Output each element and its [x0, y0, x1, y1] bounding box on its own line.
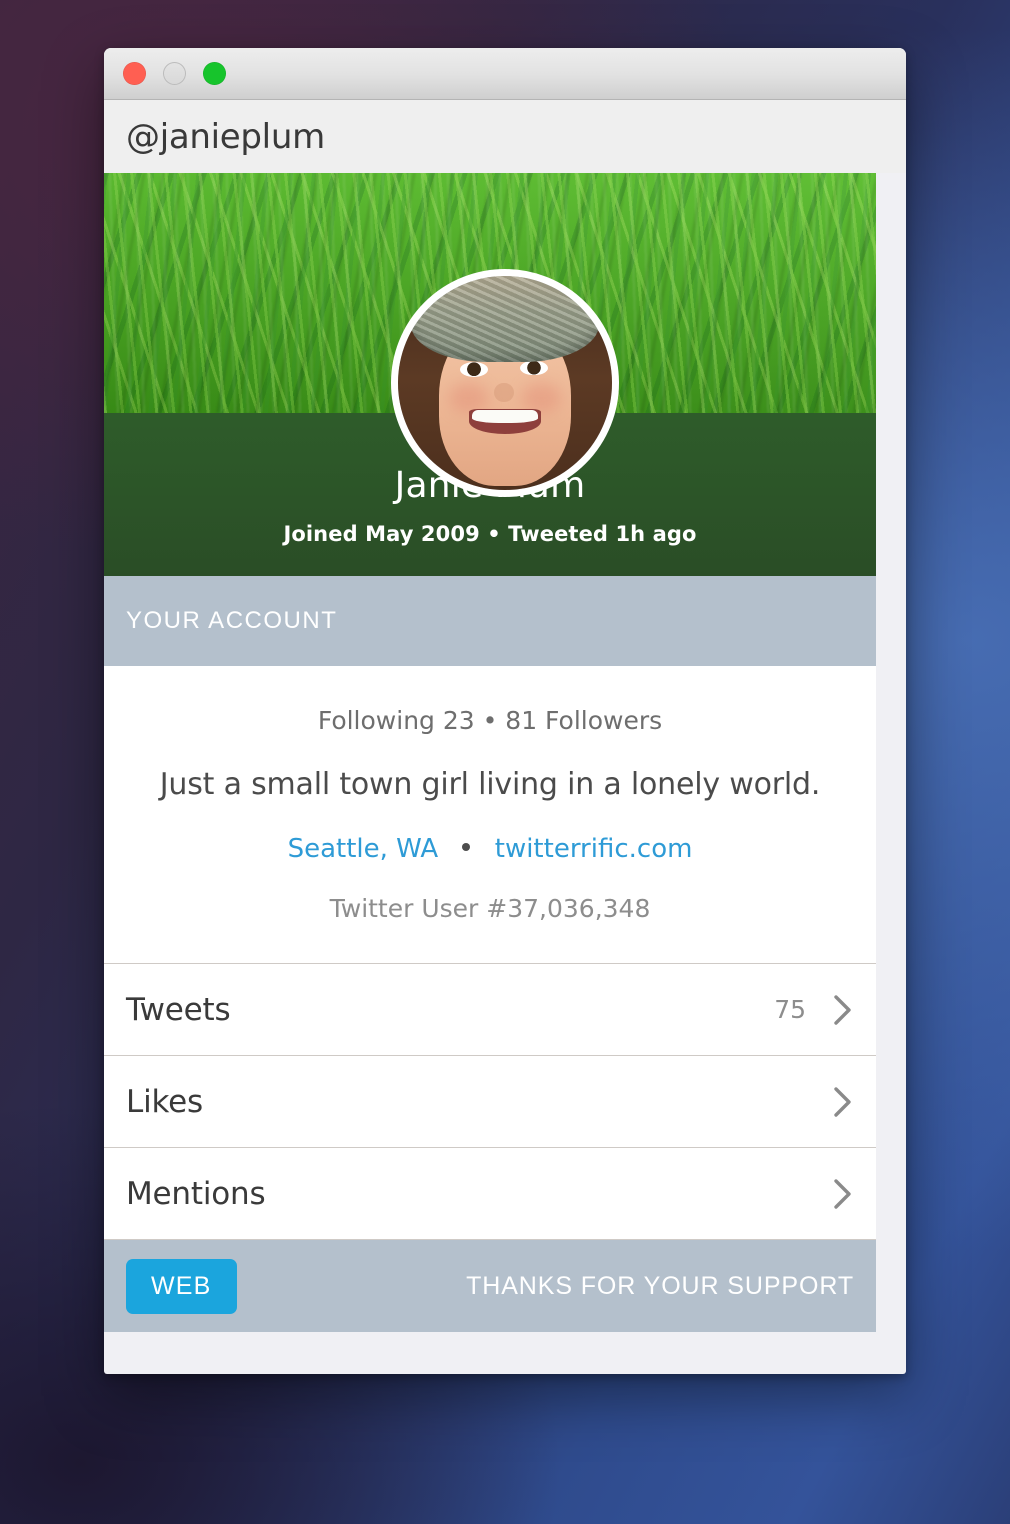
location-link[interactable]: Seattle, WA	[288, 834, 439, 864]
list-item-tweets[interactable]: Tweets 75	[104, 964, 876, 1056]
row-count: 75	[774, 995, 806, 1024]
chevron-right-icon	[834, 1086, 851, 1117]
bio-links: Seattle, WA twitterrific.com	[126, 834, 854, 864]
row-label: Mentions	[126, 1175, 266, 1212]
profile-meta: Joined May 2009 • Tweeted 1h ago	[283, 522, 697, 547]
app-window: @janieplum Janie Plum Joined Ma	[104, 48, 906, 1374]
avatar-photo	[398, 276, 612, 490]
close-button[interactable]	[123, 62, 146, 85]
support-message: THANKS FOR YOUR SUPPORT	[466, 1271, 854, 1300]
zoom-button[interactable]	[203, 62, 226, 85]
chevron-right-icon	[834, 1178, 851, 1209]
app-header: @janieplum	[104, 100, 906, 173]
bio-block: Following 23 • 81 Followers Just a small…	[104, 666, 876, 964]
avatar[interactable]	[391, 269, 619, 497]
footer-bar: WEB THANKS FOR YOUR SUPPORT	[104, 1240, 876, 1332]
bio-description: Just a small town girl living in a lonel…	[159, 767, 821, 802]
row-label: Likes	[126, 1083, 203, 1120]
separator-dot-icon	[462, 842, 471, 851]
row-label: Tweets	[126, 991, 231, 1028]
web-button[interactable]: WEB	[126, 1258, 237, 1314]
window-titlebar	[104, 48, 906, 100]
twitter-user-id: Twitter User #37,036,348	[329, 894, 651, 923]
follow-stats: Following 23 • 81 Followers	[317, 706, 663, 735]
section-header-label: YOUR ACCOUNT	[126, 607, 338, 634]
website-link[interactable]: twitterrific.com	[495, 834, 693, 864]
account-handle: @janieplum	[126, 116, 325, 157]
list-item-likes[interactable]: Likes	[104, 1056, 876, 1148]
list-item-mentions[interactable]: Mentions	[104, 1148, 876, 1240]
profile-content: Janie Plum Joined May 2009 • Tweeted 1h …	[104, 173, 876, 1332]
chevron-right-icon	[834, 994, 851, 1025]
minimize-button[interactable]	[163, 62, 186, 85]
section-header-your-account: YOUR ACCOUNT	[104, 576, 876, 666]
